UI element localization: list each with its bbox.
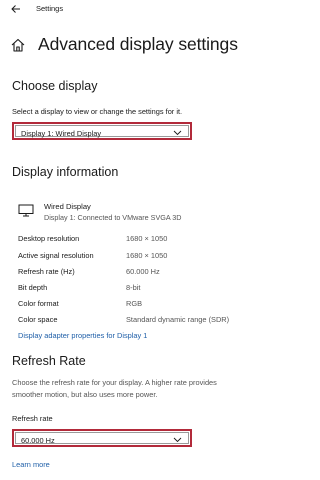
info-row-refresh-rate: Refresh rate (Hz) 60.000 Hz (18, 267, 268, 279)
info-label: Refresh rate (Hz) (18, 267, 75, 276)
dropdown-frame: 60.000 Hz (15, 432, 189, 445)
info-value: 1680 × 1050 (126, 234, 168, 243)
info-label: Desktop resolution (18, 234, 80, 243)
learn-more-link[interactable]: Learn more (12, 460, 50, 469)
info-row-active-signal-resolution: Active signal resolution 1680 × 1050 (18, 251, 268, 263)
refresh-rate-description-line2: smoother motion, but also uses more powe… (12, 390, 158, 399)
back-arrow-icon[interactable] (10, 3, 22, 15)
info-label: Bit depth (18, 283, 48, 292)
info-value: 60.000 Hz (126, 267, 160, 276)
refresh-rate-description-line1: Choose the refresh rate for your display… (12, 378, 217, 387)
info-value: Standard dynamic range (SDR) (126, 315, 230, 324)
chevron-down-icon (173, 437, 182, 443)
monitor-icon (18, 204, 34, 217)
info-label: Color format (18, 299, 59, 308)
home-icon[interactable] (10, 37, 26, 53)
display-connection: Display 1: Connected to VMware SVGA 3D (44, 213, 182, 222)
display-select-dropdown[interactable]: Display 1: Wired Display (12, 122, 192, 140)
refresh-rate-field-label: Refresh rate (12, 414, 53, 423)
refresh-rate-dropdown[interactable]: 60.000 Hz (12, 429, 192, 447)
info-row-color-space: Color space Standard dynamic range (SDR) (18, 315, 268, 327)
display-select-value: Display 1: Wired Display (21, 129, 102, 138)
refresh-rate-heading: Refresh Rate (12, 354, 86, 368)
info-row-bit-depth: Bit depth 8-bit (18, 283, 268, 295)
info-value: 1680 × 1050 (126, 251, 168, 260)
dropdown-frame: Display 1: Wired Display (15, 125, 189, 138)
choose-display-description: Select a display to view or change the s… (12, 107, 183, 116)
chevron-down-icon (173, 130, 182, 136)
info-row-desktop-resolution: Desktop resolution 1680 × 1050 (18, 234, 268, 246)
choose-display-heading: Choose display (12, 79, 98, 93)
window-title: Settings (36, 4, 64, 13)
info-label: Active signal resolution (18, 251, 94, 260)
info-value: 8-bit (126, 283, 141, 292)
info-row-color-format: Color format RGB (18, 299, 268, 311)
display-name: Wired Display (44, 202, 91, 211)
info-label: Color space (18, 315, 58, 324)
info-value: RGB (126, 299, 143, 308)
page-title: Advanced display settings (38, 34, 238, 54)
display-adapter-properties-link[interactable]: Display adapter properties for Display 1 (18, 331, 147, 340)
refresh-rate-value: 60.000 Hz (21, 436, 55, 445)
display-information-heading: Display information (12, 165, 119, 179)
title-bar: Settings (0, 0, 274, 18)
